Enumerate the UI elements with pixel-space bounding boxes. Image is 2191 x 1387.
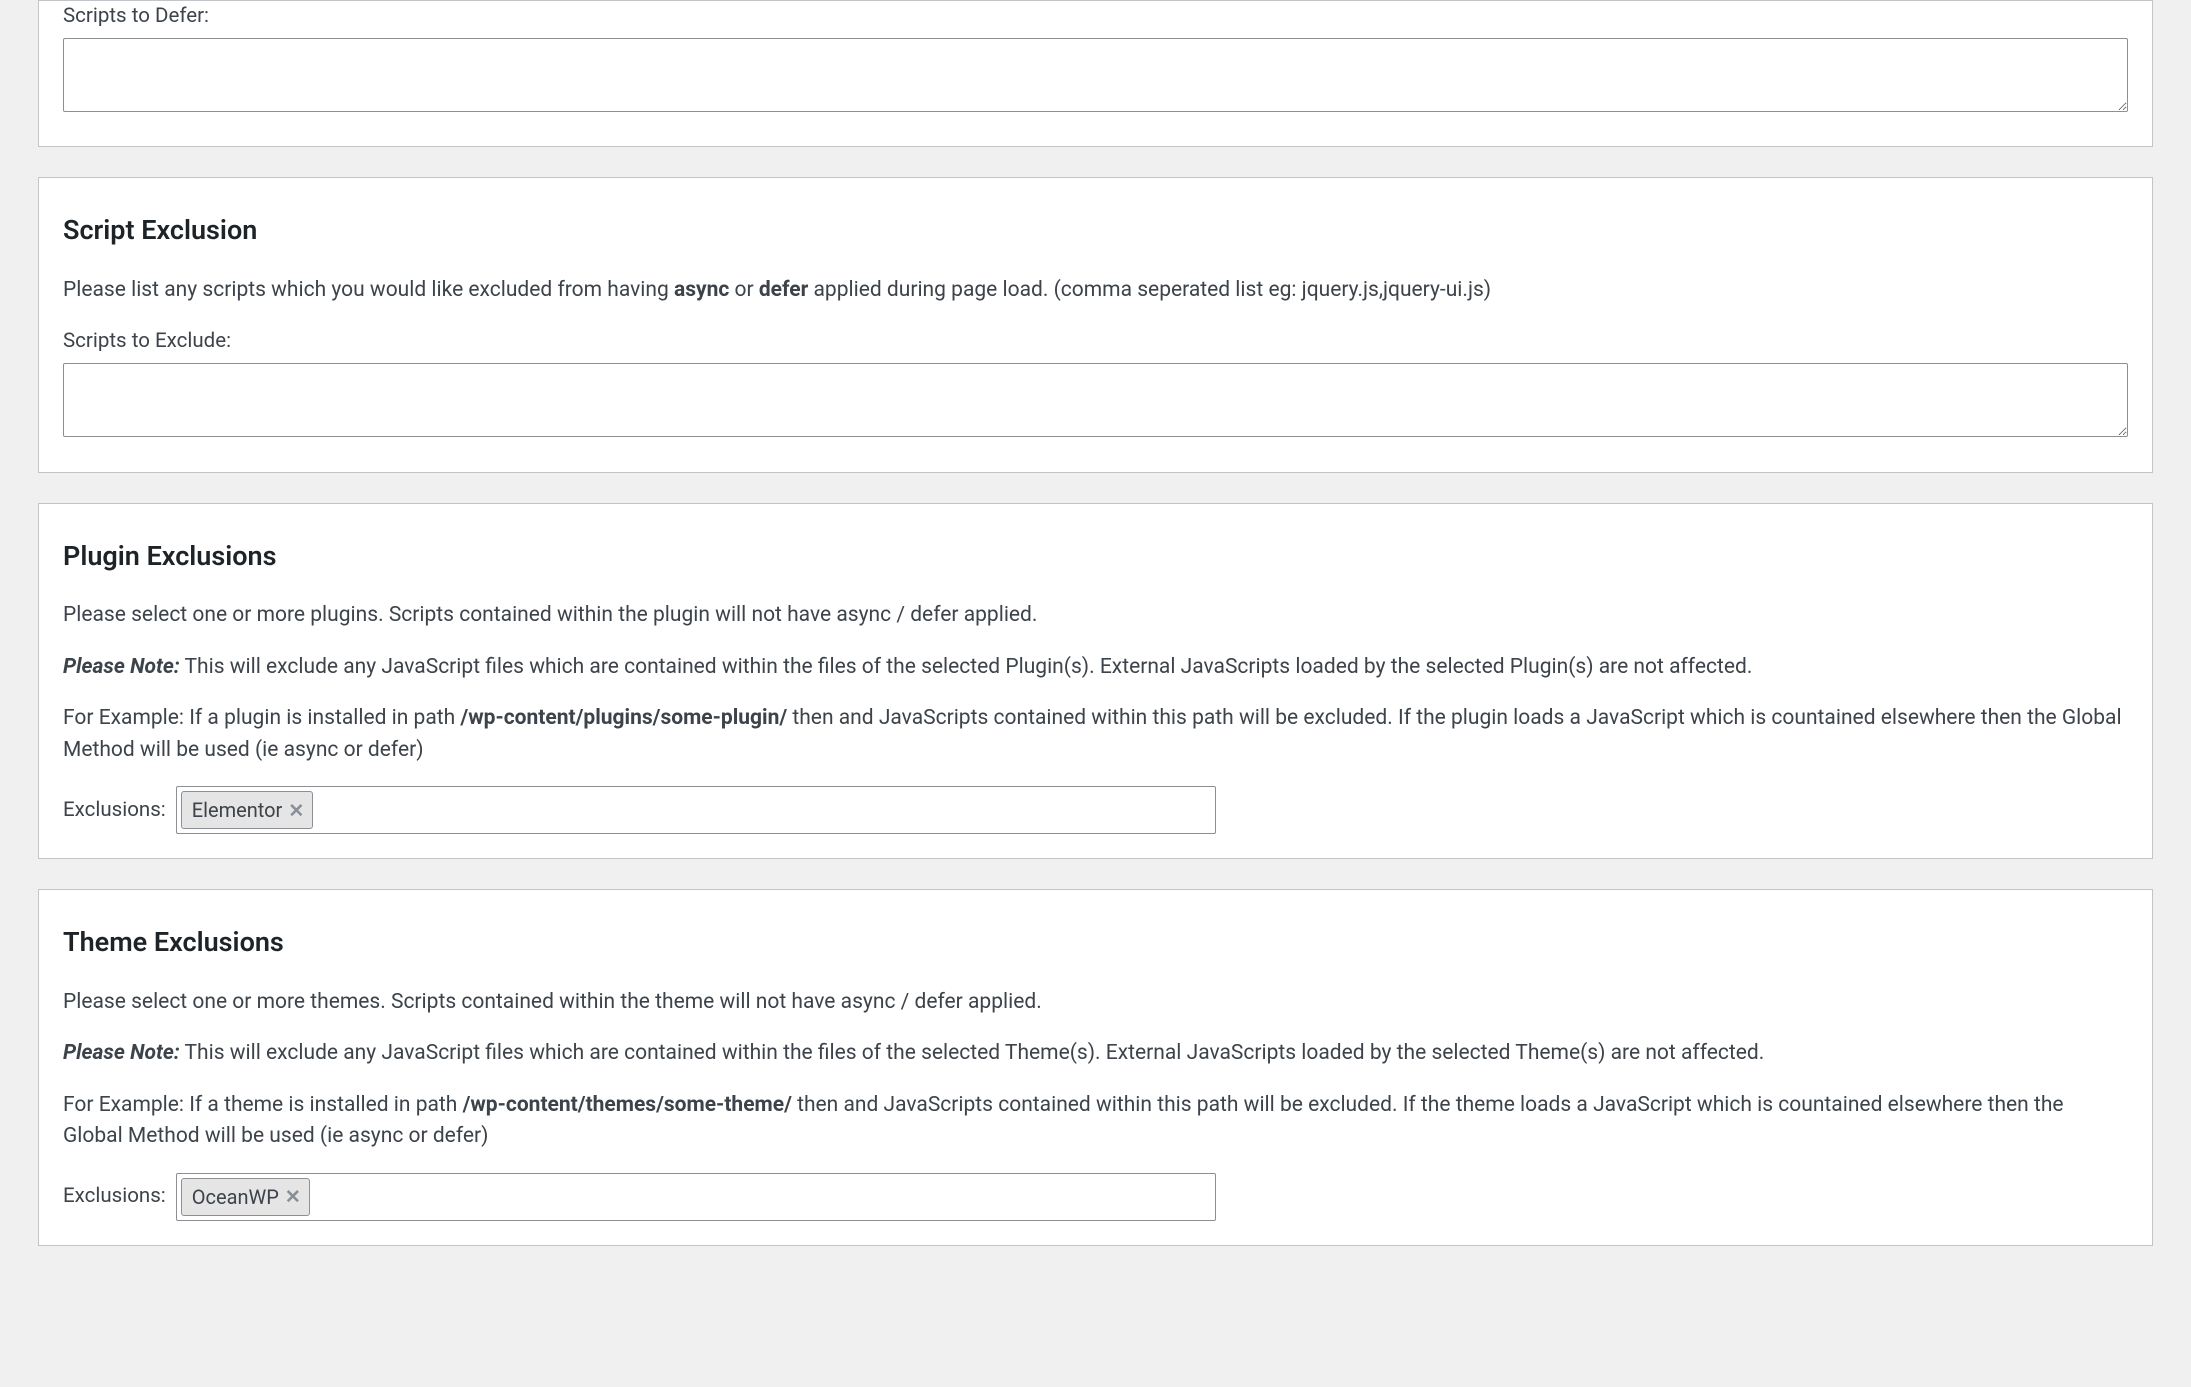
plugin-exclusions-select[interactable]: Elementor ✕ bbox=[176, 786, 1216, 834]
please-note-label: Please Note: bbox=[63, 1041, 180, 1065]
token-label: Elementor bbox=[192, 795, 283, 825]
close-icon[interactable]: ✕ bbox=[285, 1187, 301, 1206]
text: This will exclude any JavaScript files w… bbox=[180, 655, 1753, 679]
script-exclusion-description: Please list any scripts which you would … bbox=[63, 275, 2128, 307]
close-icon[interactable]: ✕ bbox=[288, 801, 304, 820]
theme-exclusions-input[interactable] bbox=[316, 1183, 1211, 1211]
plugin-exclusions-input[interactable] bbox=[319, 796, 1211, 824]
text: For Example: If a theme is installed in … bbox=[63, 1093, 463, 1117]
token-label: OceanWP bbox=[192, 1182, 279, 1212]
plugin-exclusions-label: Exclusions: bbox=[63, 795, 166, 826]
bold-text: defer bbox=[759, 278, 808, 302]
theme-token-oceanwp[interactable]: OceanWP ✕ bbox=[181, 1178, 310, 1216]
theme-exclusions-panel: Theme Exclusions Please select one or mo… bbox=[38, 889, 2153, 1246]
plugin-exclusions-panel: Plugin Exclusions Please select one or m… bbox=[38, 503, 2153, 860]
bold-text: async bbox=[674, 278, 729, 302]
text: For Example: If a plugin is installed in… bbox=[63, 706, 460, 730]
text: applied during page load. (comma seperat… bbox=[808, 278, 1491, 302]
example-path: /wp-content/plugins/some-plugin/ bbox=[460, 706, 787, 730]
plugin-token-elementor[interactable]: Elementor ✕ bbox=[181, 791, 313, 829]
theme-exclusions-label: Exclusions: bbox=[63, 1181, 166, 1212]
scripts-to-defer-panel: Scripts to Defer: bbox=[38, 0, 2153, 147]
plugin-exclusions-heading: Plugin Exclusions bbox=[63, 536, 2128, 577]
theme-exclusions-note: Please Note: This will exclude any JavaS… bbox=[63, 1038, 2128, 1070]
scripts-to-defer-label: Scripts to Defer: bbox=[63, 1, 2128, 32]
plugin-exclusions-intro: Please select one or more plugins. Scrip… bbox=[63, 600, 2128, 632]
theme-exclusions-intro: Please select one or more themes. Script… bbox=[63, 987, 2128, 1019]
text: This will exclude any JavaScript files w… bbox=[180, 1041, 1765, 1065]
plugin-exclusions-example: For Example: If a plugin is installed in… bbox=[63, 703, 2128, 766]
theme-exclusions-select[interactable]: OceanWP ✕ bbox=[176, 1173, 1216, 1221]
scripts-to-exclude-textarea[interactable] bbox=[63, 363, 2128, 437]
script-exclusion-heading: Script Exclusion bbox=[63, 210, 2128, 251]
text: or bbox=[729, 278, 759, 302]
text: Please list any scripts which you would … bbox=[63, 278, 674, 302]
theme-exclusions-heading: Theme Exclusions bbox=[63, 922, 2128, 963]
theme-exclusions-row: Exclusions: OceanWP ✕ bbox=[63, 1173, 2128, 1221]
plugin-exclusions-row: Exclusions: Elementor ✕ bbox=[63, 786, 2128, 834]
script-exclusion-panel: Script Exclusion Please list any scripts… bbox=[38, 177, 2153, 472]
theme-exclusions-example: For Example: If a theme is installed in … bbox=[63, 1090, 2128, 1153]
example-path: /wp-content/themes/some-theme/ bbox=[463, 1093, 792, 1117]
plugin-exclusions-note: Please Note: This will exclude any JavaS… bbox=[63, 652, 2128, 684]
scripts-to-exclude-label: Scripts to Exclude: bbox=[63, 326, 2128, 357]
scripts-to-defer-textarea[interactable] bbox=[63, 38, 2128, 112]
please-note-label: Please Note: bbox=[63, 655, 180, 679]
